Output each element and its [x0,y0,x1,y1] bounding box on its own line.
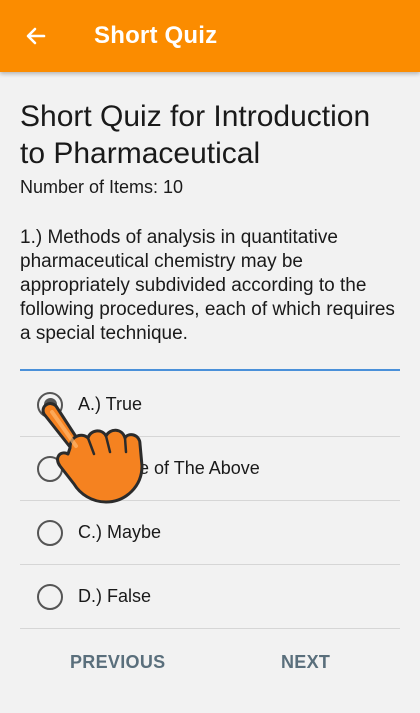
option-c[interactable]: C.) Maybe [20,501,400,565]
option-label: D.) False [78,586,152,606]
radio-button-selected[interactable] [37,391,63,418]
option-label: A.) True [78,394,143,414]
option-d[interactable]: D.) False [20,565,400,629]
previous-button[interactable]: PREVIOUS [70,640,165,684]
next-button[interactable]: NEXT [281,640,330,684]
radio-button[interactable] [37,519,63,546]
arrow-left-icon [26,27,46,45]
option-a[interactable]: A.) True [20,373,400,437]
answer-options: A.) True B.) None of The Above C.) Maybe… [20,373,400,629]
item-count: Number of Items: 10 [20,177,184,197]
question-divider [20,369,400,371]
radio-button[interactable] [37,455,63,482]
app-bar-title: Short Quiz [94,22,218,49]
radio-button[interactable] [37,583,63,610]
radio-dot [43,398,57,411]
app-bar: Short Quiz [0,0,420,72]
back-button[interactable] [18,18,54,54]
quiz-title: Short Quiz for Introduction to Pharmaceu… [20,100,371,170]
quiz-content: Short Quiz for Introduction to Pharmaceu… [20,98,400,346]
question-text: 1.) Methods of analysis in quantitative … [20,227,395,344]
option-b[interactable]: B.) None of The Above [20,437,400,501]
quiz-navigation: PREVIOUS NEXT [0,640,420,684]
option-label: C.) Maybe [78,522,162,542]
option-label: B.) None of The Above [78,458,260,478]
